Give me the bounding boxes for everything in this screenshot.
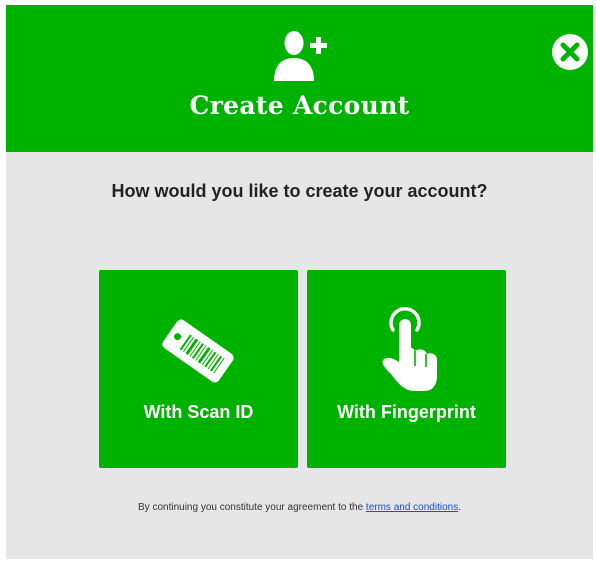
add-user-icon: [274, 31, 327, 81]
dialog-header: Create Account: [6, 5, 593, 152]
terms-link[interactable]: terms and conditions: [366, 502, 458, 513]
create-account-dialog: Create Account How would you like to cre…: [6, 5, 593, 559]
close-icon[interactable]: [550, 32, 590, 72]
terms-footer: By continuing you constitute your agreem…: [6, 502, 593, 513]
fingerprint-button[interactable]: With Fingerprint: [307, 270, 506, 468]
create-account-question: How would you like to create your accoun…: [111, 181, 488, 201]
dialog-title: Create Account: [189, 91, 410, 120]
scan-id-label: With Scan ID: [143, 402, 254, 422]
terms-end: .: [458, 502, 461, 513]
barcode-card-icon: [162, 319, 234, 383]
fingerprint-label: With Fingerprint: [337, 402, 476, 422]
tap-finger-icon: [382, 307, 437, 391]
terms-text: By continuing you constitute your agreem…: [138, 502, 366, 513]
scan-id-button[interactable]: With Scan ID: [99, 270, 298, 468]
